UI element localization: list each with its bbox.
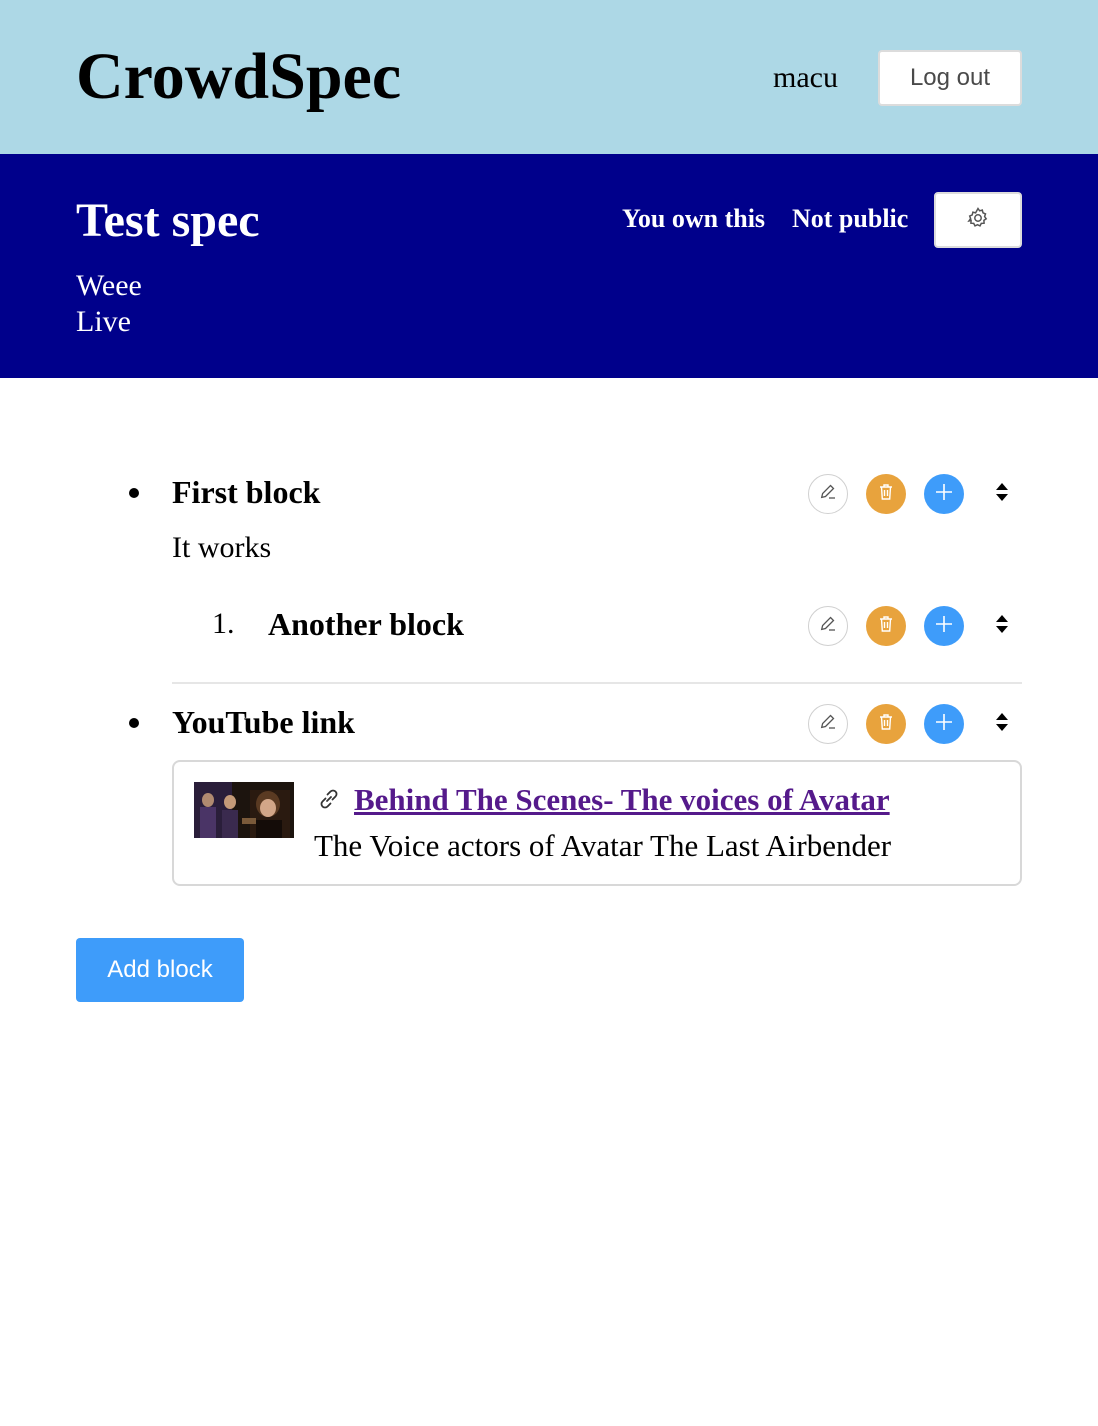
video-thumbnail[interactable] [194,782,294,838]
block-body: It works [172,531,272,564]
plus-icon [933,711,955,738]
logout-button[interactable]: Log out [878,50,1022,106]
top-header: CrowdSpec macu Log out [0,0,1098,154]
delete-block-button[interactable] [866,474,906,514]
sort-arrows-icon [994,711,1010,738]
plus-icon [933,613,955,640]
spec-description-line: Live [76,305,131,338]
link-icon [316,786,342,817]
gear-icon [966,206,990,235]
ordered-list-number: 1. [212,607,235,640]
pencil-icon [818,614,838,639]
block-title: First block [172,474,321,510]
username[interactable]: macu [773,58,838,98]
trash-icon [876,482,896,507]
sort-arrows-icon [994,613,1010,640]
spec-description: Weee Live [76,268,142,340]
visibility-status: Not public [792,204,909,233]
spec-description-line: Weee [76,269,142,302]
edit-block-button[interactable] [808,606,848,646]
add-child-block-button[interactable] [924,474,964,514]
add-block-button[interactable]: Add block [76,938,244,1002]
move-block-handle[interactable] [992,606,1012,646]
edit-block-button[interactable] [808,474,848,514]
pencil-icon [818,482,838,507]
block-title: YouTube link [172,704,355,740]
brand-logo[interactable]: CrowdSpec [76,38,401,116]
block-divider [172,682,1022,684]
sort-arrows-icon [994,481,1010,508]
move-block-handle[interactable] [992,704,1012,744]
add-child-block-button[interactable] [924,606,964,646]
plus-icon [933,481,955,508]
list-bullet [129,718,139,728]
delete-block-button[interactable] [866,606,906,646]
add-child-block-button[interactable] [924,704,964,744]
delete-block-button[interactable] [866,704,906,744]
link-description: The Voice actors of Avatar The Last Airb… [314,828,892,863]
link-title[interactable]: Behind The Scenes- The voices of Avatar [354,780,890,820]
owner-status: You own this [622,204,766,233]
trash-icon [876,614,896,639]
pencil-icon [818,712,838,737]
spec-settings-button[interactable] [934,192,1022,248]
link-preview-card: Behind The Scenes- The voices of Avatar … [172,760,1022,886]
list-bullet [129,488,139,498]
block-title: Another block [268,606,464,642]
spec-title: Test spec [76,194,260,247]
spec-header: Test spec Weee Live You own this Not pub… [0,154,1098,378]
trash-icon [876,712,896,737]
move-block-handle[interactable] [992,474,1012,514]
edit-block-button[interactable] [808,704,848,744]
